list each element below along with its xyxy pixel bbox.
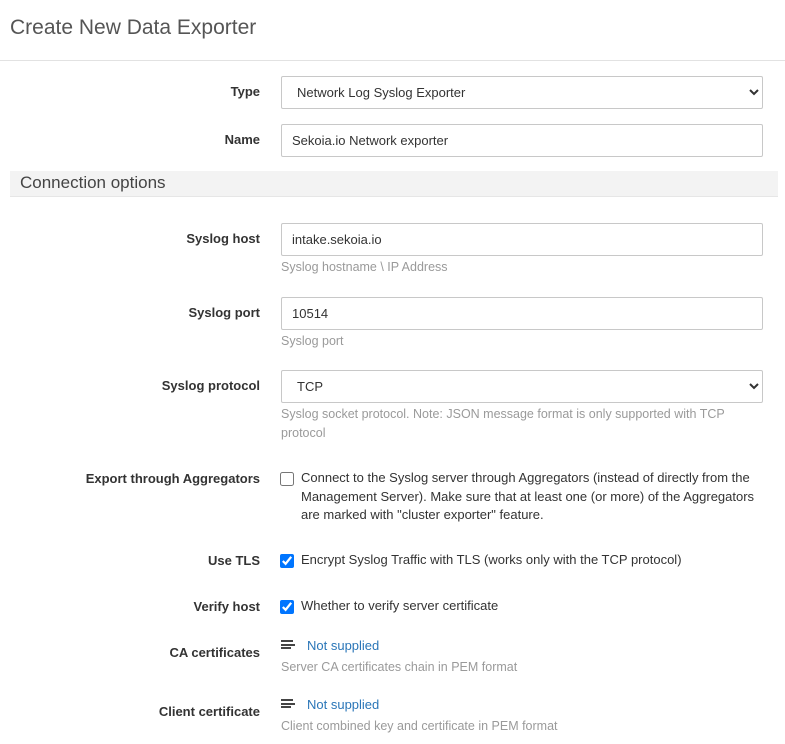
client-certificate-label: Client certificate (158, 704, 260, 719)
type-label: Type (230, 84, 260, 99)
verify-host-checkbox[interactable] (280, 600, 294, 614)
connection-options-section: Connection options (10, 171, 778, 197)
syslog-host-label: Syslog host (186, 231, 260, 246)
client-certificate-link[interactable]: Not supplied (307, 697, 379, 712)
ca-certificates-label: CA certificates (169, 645, 260, 660)
ca-certificates-link[interactable]: Not supplied (307, 638, 379, 653)
section-title: Connection options (20, 173, 166, 192)
page-title: Create New Data Exporter (10, 16, 257, 39)
export-aggregators-checkbox[interactable] (280, 472, 294, 486)
ca-certificates-help: Server CA certificates chain in PEM form… (281, 660, 518, 674)
syslog-host-help: Syslog hostname \ IP Address (281, 260, 448, 274)
export-aggregators-label: Export through Aggregators (85, 471, 260, 486)
use-tls-checkbox[interactable] (280, 554, 294, 568)
type-select[interactable]: Network Log Syslog Exporter (281, 76, 763, 109)
use-tls-text: Encrypt Syslog Traffic with TLS (works o… (301, 552, 682, 567)
export-aggregators-text: Connect to the Syslog server through Agg… (301, 470, 755, 522)
syslog-host-input[interactable] (281, 223, 763, 256)
verify-host-text: Whether to verify server certificate (301, 598, 499, 613)
syslog-protocol-label: Syslog protocol (161, 378, 260, 393)
name-label: Name (224, 132, 260, 147)
syslog-port-input[interactable] (281, 297, 763, 330)
use-tls-label: Use TLS (207, 553, 260, 568)
verify-host-label: Verify host (193, 599, 260, 614)
syslog-port-help: Syslog port (281, 334, 344, 348)
name-input[interactable] (281, 124, 763, 157)
syslog-protocol-select[interactable]: TCP (281, 370, 763, 403)
client-certificate-help: Client combined key and certificate in P… (281, 719, 558, 733)
syslog-port-label: Syslog port (188, 305, 260, 320)
syslog-protocol-help: Syslog socket protocol. Note: JSON messa… (281, 407, 725, 440)
text-lines-icon (281, 699, 295, 711)
page-header: Create New Data Exporter (0, 0, 785, 61)
text-lines-icon (281, 640, 295, 652)
